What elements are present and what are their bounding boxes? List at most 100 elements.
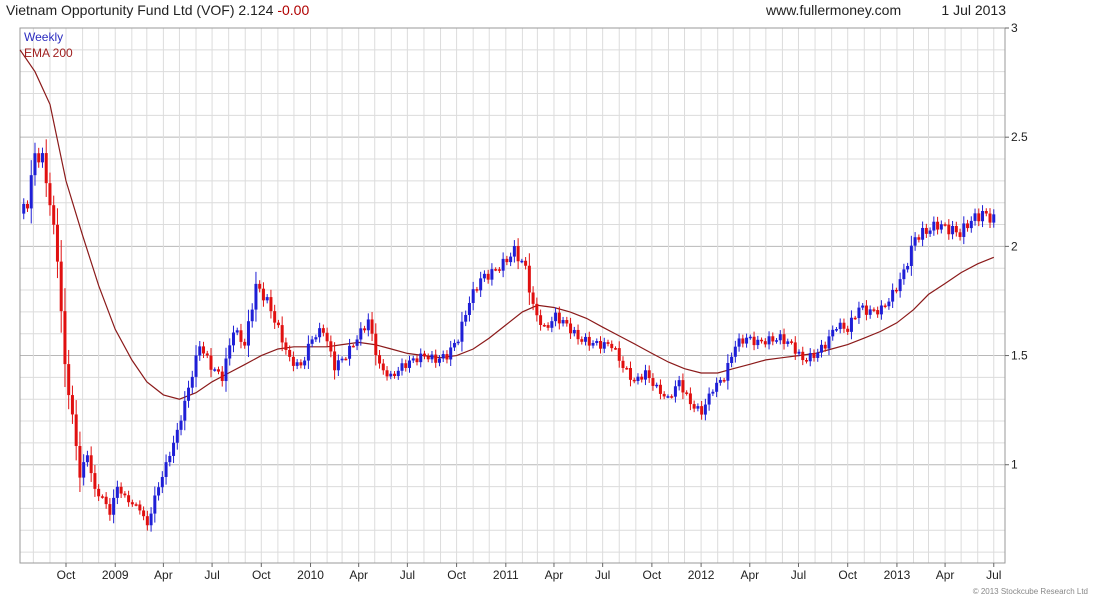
- bar-up-body: [816, 352, 820, 358]
- bar-down-body: [917, 237, 921, 240]
- bar-up-body: [778, 334, 782, 341]
- bar-down-body: [647, 370, 651, 379]
- bar-down-body: [823, 344, 827, 349]
- bar-up-body: [490, 269, 494, 280]
- bar-down-body: [205, 353, 209, 356]
- bar-down-body: [108, 504, 112, 515]
- bar-up-body: [467, 302, 471, 315]
- bar-up-body: [849, 317, 853, 332]
- bar-down-body: [138, 504, 142, 511]
- bar-down-body: [123, 493, 127, 496]
- bar-up-body: [756, 339, 760, 346]
- bar-down-body: [25, 203, 29, 209]
- bar-up-body: [584, 336, 588, 342]
- x-tick-label: Oct: [447, 568, 466, 582]
- x-tick-label: Apr: [545, 568, 564, 582]
- bar-up-body: [906, 265, 910, 270]
- bar-up-body: [160, 476, 164, 488]
- bar-down-body: [329, 341, 333, 352]
- bar-down-body: [202, 346, 206, 354]
- weekly-bars-series: [22, 139, 996, 532]
- bar-up-body: [40, 153, 44, 163]
- bar-up-body: [718, 379, 722, 383]
- bar-up-body: [838, 322, 842, 330]
- bar-down-body: [872, 309, 876, 311]
- bar-up-body: [898, 279, 902, 292]
- bar-down-body: [363, 328, 367, 331]
- bar-up-body: [879, 305, 883, 315]
- bar-down-body: [486, 273, 490, 280]
- bar-up-body: [479, 278, 483, 291]
- bar-down-body: [370, 319, 374, 334]
- bar-up-body: [733, 346, 737, 357]
- bar-up-body: [554, 312, 558, 322]
- bar-down-body: [280, 325, 284, 343]
- bar-up-body: [231, 332, 235, 346]
- bar-up-body: [673, 386, 677, 397]
- bar-up-body: [730, 356, 734, 363]
- bar-down-body: [426, 356, 430, 360]
- bar-down-body: [344, 358, 348, 361]
- bar-down-body: [145, 516, 149, 526]
- plot-frame: [19, 27, 1006, 564]
- bar-up-body: [715, 382, 719, 392]
- y-tick-label: 1: [1011, 458, 1018, 472]
- bar-up-body: [808, 353, 812, 362]
- bar-down-body: [722, 379, 726, 382]
- bar-down-body: [894, 289, 898, 292]
- legend-weekly: Weekly: [24, 30, 64, 44]
- bar-down-body: [494, 269, 498, 271]
- bar-up-body: [981, 211, 985, 222]
- bar-up-body: [437, 358, 441, 363]
- bar-down-body: [864, 305, 868, 315]
- bar-up-body: [868, 309, 872, 315]
- bar-up-body: [891, 289, 895, 302]
- bar-down-body: [48, 183, 52, 206]
- bar-down-body: [100, 496, 104, 498]
- bar-up-body: [400, 363, 404, 371]
- bar-down-body: [37, 153, 41, 163]
- bar-down-body: [475, 289, 479, 291]
- bar-down-body: [70, 395, 74, 415]
- bar-down-body: [853, 317, 857, 320]
- legend-ema-200: EMA 200: [24, 46, 73, 60]
- bar-down-body: [610, 343, 614, 349]
- x-tick-label: 2009: [102, 568, 129, 582]
- bar-up-body: [175, 429, 179, 443]
- bar-up-body: [737, 338, 741, 347]
- bar-up-body: [441, 354, 445, 359]
- bar-up-body: [857, 307, 861, 319]
- bar-down-body: [258, 283, 262, 289]
- bar-up-body: [359, 328, 363, 340]
- bar-down-body: [966, 223, 970, 229]
- bar-up-body: [969, 220, 973, 229]
- bar-up-body: [149, 513, 153, 526]
- bar-down-body: [243, 341, 247, 346]
- bar-up-body: [834, 329, 838, 331]
- y-tick-label: 1.5: [1011, 349, 1028, 363]
- bar-down-body: [497, 269, 501, 271]
- x-tick-label: 2011: [493, 568, 519, 582]
- bar-down-body: [63, 311, 67, 365]
- bar-up-body: [464, 314, 468, 322]
- bar-up-body: [33, 153, 37, 176]
- bar-down-body: [599, 340, 603, 349]
- bar-up-body: [819, 344, 823, 353]
- x-tick-label: Jul: [204, 568, 219, 582]
- bar-down-body: [936, 221, 940, 230]
- bar-up-body: [303, 360, 307, 366]
- bar-up-body: [677, 380, 681, 387]
- bar-up-body: [726, 362, 730, 381]
- bar-up-body: [22, 203, 26, 214]
- bar-down-body: [276, 322, 280, 326]
- x-tick-label: 2013: [884, 568, 911, 582]
- x-tick-label: Oct: [643, 568, 662, 582]
- bar-up-body: [190, 376, 194, 388]
- bar-down-body: [291, 356, 295, 366]
- bar-down-body: [842, 322, 846, 329]
- bar-up-body: [306, 343, 310, 361]
- bar-up-body: [265, 297, 269, 301]
- bar-down-body: [760, 339, 764, 342]
- bar-down-body: [385, 370, 389, 377]
- bar-down-body: [692, 404, 696, 409]
